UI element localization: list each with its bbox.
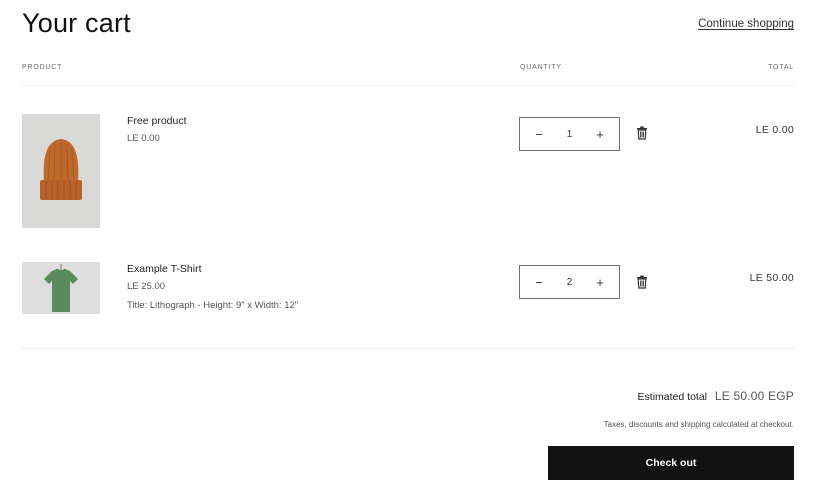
quantity-stepper: − 2 + [519,265,620,299]
line-total: LE 0.00 [755,124,794,136]
increase-quantity-button[interactable]: + [593,276,607,289]
increase-quantity-button[interactable]: + [593,128,607,141]
line-total: LE 50.00 [749,272,794,284]
trash-icon[interactable] [636,126,648,140]
quantity-stepper: − 1 + [519,117,620,151]
estimated-total-value: LE 50.00 EGP [714,389,794,403]
product-variant: Title: Lithograph - Height: 9" x Width: … [127,300,299,311]
divider [22,85,794,86]
green-t-shirt-icon [22,262,100,314]
product-price: LE 0.00 [127,133,160,144]
decrease-quantity-button[interactable]: − [532,128,546,141]
quantity-input[interactable]: 2 [555,277,585,288]
column-header-total: TOTAL [768,64,794,71]
page-title: Your cart [22,8,131,38]
decrease-quantity-button[interactable]: − [532,276,546,289]
product-name[interactable]: Free product [127,115,187,127]
orange-beanie-hat-icon [22,114,100,228]
quantity-input[interactable]: 1 [555,129,585,140]
product-image-beanie[interactable] [22,114,100,228]
column-header-quantity: QUANTITY [520,64,562,71]
divider [22,348,794,349]
product-image-t-shirt[interactable] [22,262,100,314]
product-price: LE 25.00 [127,281,166,292]
estimated-total-label: Estimated total [637,391,707,403]
continue-shopping-link[interactable]: Continue shopping [698,18,794,30]
trash-icon[interactable] [636,275,648,289]
product-name[interactable]: Example T-Shirt [127,263,202,275]
column-header-product: PRODUCT [22,64,63,71]
tax-note: Taxes, discounts and shipping calculated… [603,420,794,429]
checkout-button[interactable]: Check out [548,446,794,480]
